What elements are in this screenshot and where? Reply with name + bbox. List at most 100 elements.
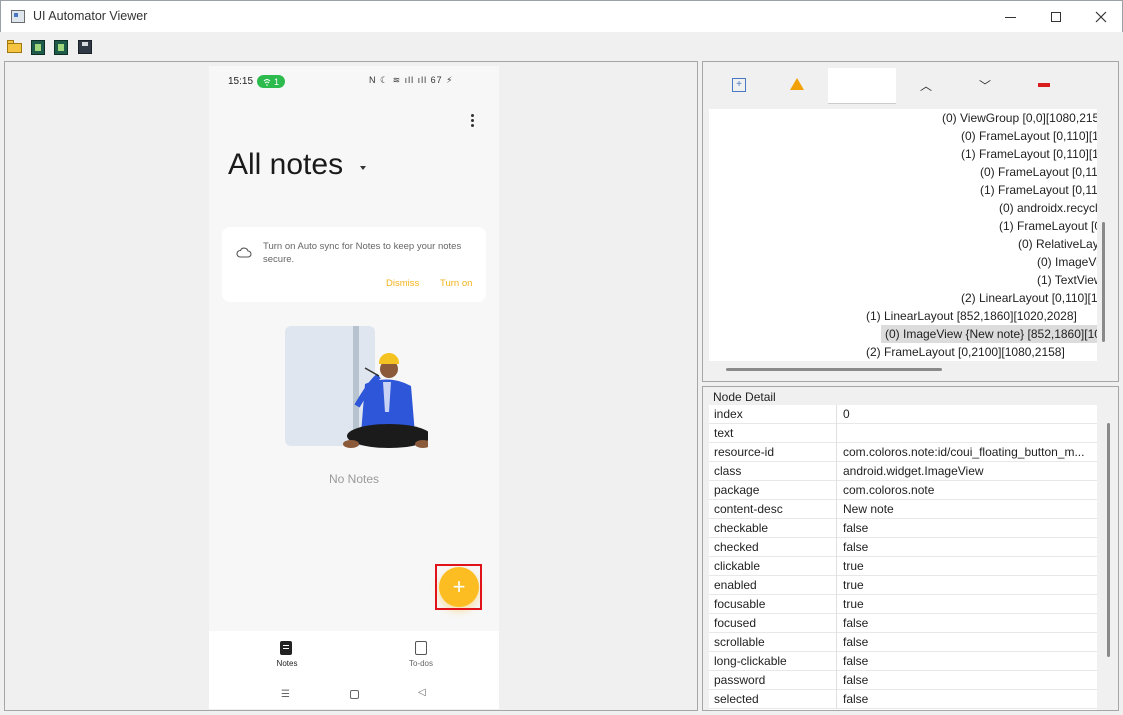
expand-all-icon[interactable]: + xyxy=(732,78,746,92)
todos-icon[interactable] xyxy=(415,641,427,655)
property-value[interactable]: false xyxy=(843,614,1095,633)
property-key: long-clickable xyxy=(709,652,837,671)
chevron-up-icon[interactable]: ︿ xyxy=(919,78,933,93)
tree-node[interactable]: (0) androidx.recycl xyxy=(999,199,1097,217)
tree-node[interactable]: (0) FrameLayout [0,110 xyxy=(980,163,1097,181)
home-icon[interactable] xyxy=(350,690,359,699)
tree-vertical-scrollbar[interactable] xyxy=(1102,222,1105,342)
property-key: index xyxy=(709,405,837,424)
table-row[interactable]: content-desc New note xyxy=(709,500,1097,519)
table-row[interactable]: enabled true xyxy=(709,576,1097,595)
tree-node[interactable]: (0) FrameLayout [0,110][10 xyxy=(961,127,1097,145)
minimize-icon xyxy=(1004,16,1016,18)
phone-screen[interactable]: 15:15 1 N ☾ ≋ ıll ıll 67 ⚡ All notes Tur… xyxy=(209,66,499,709)
empty-state-label: No Notes xyxy=(328,472,380,486)
close-button[interactable] xyxy=(1078,1,1123,33)
property-key: checked xyxy=(709,538,837,557)
chevron-down-icon[interactable] xyxy=(360,166,366,170)
property-value[interactable]: false xyxy=(843,690,1095,709)
property-value[interactable]: false xyxy=(843,633,1095,652)
table-row[interactable]: text xyxy=(709,424,1097,443)
warning-icon[interactable] xyxy=(790,78,804,90)
table-row[interactable]: class android.widget.ImageView xyxy=(709,462,1097,481)
tree-node[interactable]: (2) FrameLayout [0,2100][1080,2158] xyxy=(866,343,1065,361)
table-row[interactable]: checked false xyxy=(709,538,1097,557)
detail-vertical-scrollbar[interactable] xyxy=(1107,423,1110,657)
table-row[interactable]: clickable true xyxy=(709,557,1097,576)
table-row[interactable]: focused false xyxy=(709,614,1097,633)
status-icons: N ☾ ≋ ıll ıll 67 ⚡ xyxy=(369,75,454,85)
table-row[interactable]: long-clickable false xyxy=(709,652,1097,671)
table-row[interactable]: focusable true xyxy=(709,595,1097,614)
close-icon xyxy=(1095,11,1107,23)
property-key: focusable xyxy=(709,595,837,614)
property-value[interactable] xyxy=(843,424,1095,443)
tree-node-selected[interactable]: (0) ImageView {New note} [852,1860][102 xyxy=(881,325,1097,343)
table-row[interactable]: index 0 xyxy=(709,405,1097,424)
back-icon[interactable]: ◁ xyxy=(418,687,426,698)
table-row[interactable]: selected false xyxy=(709,690,1097,709)
table-row[interactable]: scrollable false xyxy=(709,633,1097,652)
property-key: focused xyxy=(709,614,837,633)
table-row[interactable]: package com.coloros.note xyxy=(709,481,1097,500)
tree-node[interactable]: (1) FrameLayout [0 xyxy=(999,217,1097,235)
tree-node[interactable]: (0) ViewGroup [0,0][1080,2158 xyxy=(942,109,1097,127)
property-value[interactable]: New note xyxy=(843,500,1095,519)
property-value[interactable]: false xyxy=(843,538,1095,557)
property-key: scrollable xyxy=(709,633,837,652)
nav-notes-label[interactable]: Notes xyxy=(265,659,309,668)
property-value[interactable]: com.coloros.note xyxy=(843,481,1095,500)
notes-icon[interactable] xyxy=(280,641,292,655)
property-value[interactable]: false xyxy=(843,671,1095,690)
property-value[interactable]: com.coloros.note:id/coui_floating_button… xyxy=(843,443,1095,462)
table-row[interactable]: resource-id com.coloros.note:id/coui_floa… xyxy=(709,443,1097,462)
title-bar: UI Automator Viewer xyxy=(0,0,1123,32)
table-row[interactable]: password false xyxy=(709,671,1097,690)
property-value[interactable]: 0 xyxy=(843,405,1095,424)
tree-node[interactable]: (2) LinearLayout [0,110][10 xyxy=(961,289,1097,307)
hotspot-icon xyxy=(263,78,271,86)
table-row[interactable]: checkable false xyxy=(709,519,1097,538)
main-toolbar xyxy=(1,32,1122,60)
tree-node[interactable]: (1) TextView xyxy=(1037,271,1097,289)
property-value[interactable]: true xyxy=(843,576,1095,595)
screenshot-pane[interactable]: 15:15 1 N ☾ ≋ ıll ıll 67 ⚡ All notes Tur… xyxy=(4,61,698,711)
turn-on-button[interactable]: Turn on xyxy=(440,278,472,289)
dismiss-button[interactable]: Dismiss xyxy=(386,278,419,289)
tree-search-field[interactable] xyxy=(828,68,896,104)
more-options-icon[interactable] xyxy=(469,114,475,130)
tree-node[interactable]: (0) ImageVi xyxy=(1037,253,1097,271)
property-key: resource-id xyxy=(709,443,837,462)
hierarchy-tree[interactable]: (0) ViewGroup [0,0][1080,2158 (0) FrameL… xyxy=(709,109,1097,361)
node-detail-table: index 0 text resource-id com.coloros.note:… xyxy=(709,405,1097,710)
tree-node[interactable]: (1) FrameLayout [0,110][10 xyxy=(961,145,1097,163)
clear-icon[interactable] xyxy=(1038,83,1050,87)
property-value[interactable]: false xyxy=(843,519,1095,538)
status-pill: 1 xyxy=(257,75,285,88)
minimize-button[interactable] xyxy=(987,1,1033,33)
tree-horizontal-scrollbar[interactable] xyxy=(726,368,942,371)
tree-node[interactable]: (0) RelativeLayo xyxy=(1018,235,1097,253)
property-key: content-desc xyxy=(709,500,837,519)
device-screenshot-compressed-icon[interactable] xyxy=(54,40,68,55)
property-key: package xyxy=(709,481,837,500)
tree-node[interactable]: (1) FrameLayout [0,110 xyxy=(980,181,1097,199)
tree-node[interactable]: (1) LinearLayout [852,1860][1020,2028] xyxy=(866,307,1077,325)
page-title[interactable]: All notes xyxy=(228,148,343,182)
property-key: enabled xyxy=(709,576,837,595)
property-value[interactable]: true xyxy=(843,557,1095,576)
save-icon[interactable] xyxy=(78,40,92,54)
property-key: class xyxy=(709,462,837,481)
recent-apps-icon[interactable]: ☰ xyxy=(281,689,290,700)
nav-todos-label[interactable]: To-dos xyxy=(399,659,443,668)
property-key: clickable xyxy=(709,557,837,576)
property-value[interactable]: false xyxy=(843,652,1095,671)
property-value[interactable]: true xyxy=(843,595,1095,614)
property-value[interactable]: android.widget.ImageView xyxy=(843,462,1095,481)
device-screenshot-icon[interactable] xyxy=(31,40,45,55)
property-key: checkable xyxy=(709,519,837,538)
sync-card: Turn on Auto sync for Notes to keep your… xyxy=(222,227,486,302)
open-folder-icon[interactable] xyxy=(7,40,23,54)
maximize-button[interactable] xyxy=(1033,1,1079,33)
chevron-down-icon[interactable]: ﹀ xyxy=(978,78,992,93)
